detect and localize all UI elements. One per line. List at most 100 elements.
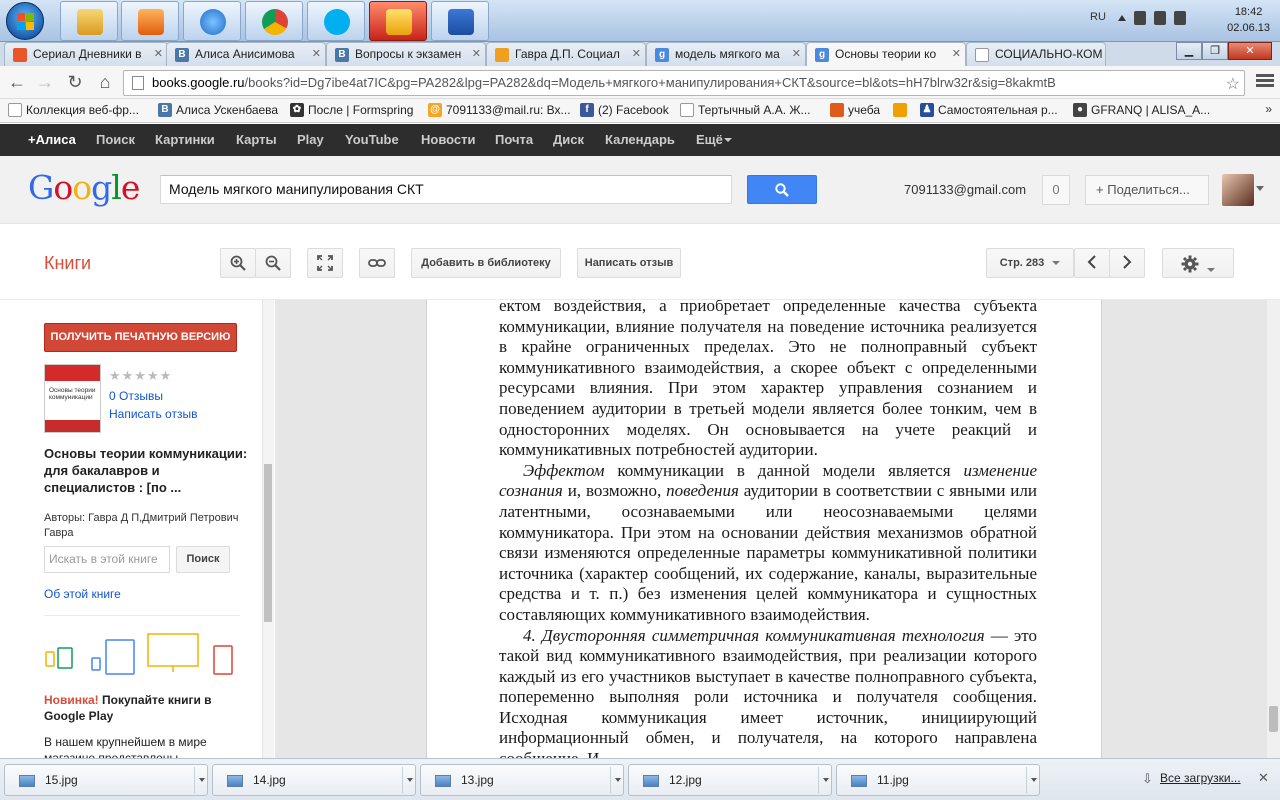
close-window-button[interactable]: ✕ <box>1228 42 1272 60</box>
write-review-button[interactable]: Написать отзыв <box>577 248 681 278</box>
taskbar-media-player[interactable] <box>121 1 179 41</box>
search-in-book-button[interactable]: Поиск <box>176 546 230 573</box>
close-tab-icon[interactable]: ✕ <box>472 43 481 65</box>
menu-icon[interactable] <box>1256 72 1274 92</box>
gbar-item[interactable]: Ещё <box>696 132 723 147</box>
bookmark-item[interactable]: В Алиса Ускенбаева <box>158 103 278 117</box>
flag-icon[interactable] <box>1134 11 1146 25</box>
home-button[interactable]: ⌂ <box>94 72 116 94</box>
gbar-item[interactable]: Картинки <box>155 132 215 147</box>
reader-scrollbar[interactable] <box>1267 300 1280 758</box>
all-downloads-link[interactable]: ⇩ Все загрузки... <box>1142 771 1241 786</box>
gbar-item[interactable]: Диск <box>553 132 584 147</box>
download-item[interactable]: 13.jpg <box>420 764 624 796</box>
taskbar-chrome[interactable] <box>245 1 303 41</box>
prev-page-button[interactable] <box>1074 248 1110 278</box>
tab-serial[interactable]: Сериал Дневники в ✕ <box>4 42 168 66</box>
taskbar-games[interactable] <box>369 1 427 41</box>
sidebar-scrollbar-thumb[interactable] <box>264 464 272 622</box>
close-tab-icon[interactable]: ✕ <box>952 43 961 65</box>
bookmark-item[interactable]: Тертычный А.А. Ж... <box>680 103 811 117</box>
network-icon[interactable] <box>1154 11 1166 25</box>
bookmark-item[interactable]: Коллекция веб-фр... <box>8 103 139 117</box>
restore-button[interactable]: ❐ <box>1202 42 1228 60</box>
close-tab-icon[interactable]: ✕ <box>154 43 163 65</box>
bookmark-item[interactable]: ♟ Самостоятельная р... <box>920 103 1058 117</box>
gbar-item[interactable]: +Алиса <box>28 132 76 147</box>
chevron-down-icon[interactable] <box>199 778 205 782</box>
gbar-item[interactable]: Новости <box>421 132 476 147</box>
notifications-count[interactable]: 0 <box>1042 175 1070 205</box>
close-tab-icon[interactable]: ✕ <box>312 43 321 65</box>
account-email[interactable]: 7091133@gmail.com <box>904 182 1026 197</box>
gbar-item[interactable]: Карты <box>236 132 277 147</box>
settings-button[interactable] <box>1162 248 1234 278</box>
link-button[interactable] <box>359 248 395 278</box>
tab-social[interactable]: СОЦИАЛЬНО-КОМ <box>966 42 1106 66</box>
chevron-down-icon[interactable] <box>615 778 621 782</box>
get-print-button[interactable]: ПОЛУЧИТЬ ПЕЧАТНУЮ ВЕРСИЮ <box>44 323 237 352</box>
reviews-link[interactable]: 0 Отзывы <box>109 389 163 403</box>
tab-search[interactable]: g модель мягкого ма ✕ <box>646 42 806 66</box>
download-item[interactable]: 11.jpg <box>836 764 1040 796</box>
zoom-in-button[interactable] <box>220 248 256 278</box>
chevron-down-icon[interactable] <box>724 138 732 142</box>
tray-expand-icon[interactable] <box>1118 15 1126 21</box>
start-button[interactable] <box>6 2 44 40</box>
taskbar-internet-explorer[interactable] <box>183 1 241 41</box>
chevron-down-icon[interactable] <box>1256 186 1264 191</box>
page-select[interactable]: Стр. 283 <box>986 248 1074 278</box>
close-tab-icon[interactable]: ✕ <box>632 43 641 65</box>
download-item[interactable]: 12.jpg <box>628 764 832 796</box>
google-logo[interactable]: Google <box>28 168 140 207</box>
tab-questions[interactable]: В Вопросы к экзамен ✕ <box>326 42 486 66</box>
gbar-item[interactable]: Play <box>297 132 324 147</box>
bookmark-item[interactable]: @7091133@mail.ru: Вх... <box>428 103 571 117</box>
taskbar-explorer[interactable] <box>60 1 118 41</box>
search-input[interactable]: Модель мягкого манипулирования СКТ <box>160 175 732 204</box>
address-bar[interactable]: books.google.ru/books?id=Dg7ibe4at7IC&pg… <box>123 70 1245 96</box>
chevron-down-icon[interactable] <box>407 778 413 782</box>
more-bookmarks-icon[interactable]: » <box>1265 102 1272 116</box>
bookmark-item[interactable]: учеба <box>830 103 880 117</box>
book-cover[interactable]: Основы теории коммуникации <box>44 364 101 433</box>
tab-books-active[interactable]: g Основы теории ко ✕ <box>806 42 966 66</box>
search-in-book-input[interactable]: Искать в этой книге <box>44 546 170 573</box>
gbar-item[interactable]: Календарь <box>605 132 675 147</box>
gbar-item[interactable]: Почта <box>495 132 533 147</box>
share-button[interactable]: + Поделиться... <box>1085 175 1209 205</box>
tab-alisa[interactable]: В Алиса Анисимова ✕ <box>166 42 326 66</box>
download-item[interactable]: 15.jpg <box>4 764 208 796</box>
gbar-item[interactable]: YouTube <box>345 132 399 147</box>
tab-gavra[interactable]: Гавра Д.П. Социал ✕ <box>486 42 646 66</box>
gbar-item[interactable]: Поиск <box>96 132 135 147</box>
rating-stars[interactable]: ★★★★★ <box>109 368 172 384</box>
bookmark-item[interactable]: ● GFRANQ | ALISA_A... <box>1073 103 1210 117</box>
zoom-out-button[interactable] <box>255 248 291 278</box>
write-review-link[interactable]: Написать отзыв <box>109 407 197 421</box>
taskbar-word[interactable] <box>431 1 489 41</box>
next-page-button[interactable] <box>1109 248 1145 278</box>
back-button[interactable]: ← <box>6 72 28 94</box>
clock[interactable]: 18:42 02.06.13 <box>1227 4 1270 36</box>
close-tab-icon[interactable]: ✕ <box>792 43 801 65</box>
avatar[interactable] <box>1222 174 1254 206</box>
search-button[interactable] <box>747 175 817 204</box>
chevron-down-icon[interactable] <box>823 778 829 782</box>
bookmark-item[interactable]: f (2) Facebook <box>580 103 669 117</box>
fullscreen-button[interactable] <box>307 248 343 278</box>
about-book-link[interactable]: Об этой книге <box>44 587 121 601</box>
taskbar-skype[interactable] <box>307 1 365 41</box>
forward-button[interactable]: → <box>34 72 56 94</box>
volume-icon[interactable] <box>1174 11 1186 25</box>
reader-scrollbar-thumb[interactable] <box>1269 706 1278 732</box>
chevron-down-icon[interactable] <box>1031 778 1037 782</box>
reload-button[interactable]: ↻ <box>64 72 86 94</box>
download-item[interactable]: 14.jpg <box>212 764 416 796</box>
language-indicator[interactable]: RU <box>1090 11 1106 23</box>
bookmark-item[interactable]: ✿ После | Formspring <box>290 103 413 117</box>
close-downloads-icon[interactable]: ✕ <box>1258 770 1269 786</box>
bookmark-star-icon[interactable]: ☆ <box>1226 73 1240 95</box>
add-library-button[interactable]: Добавить в библиотеку <box>411 248 561 278</box>
minimize-button[interactable]: ▁ <box>1176 42 1202 60</box>
